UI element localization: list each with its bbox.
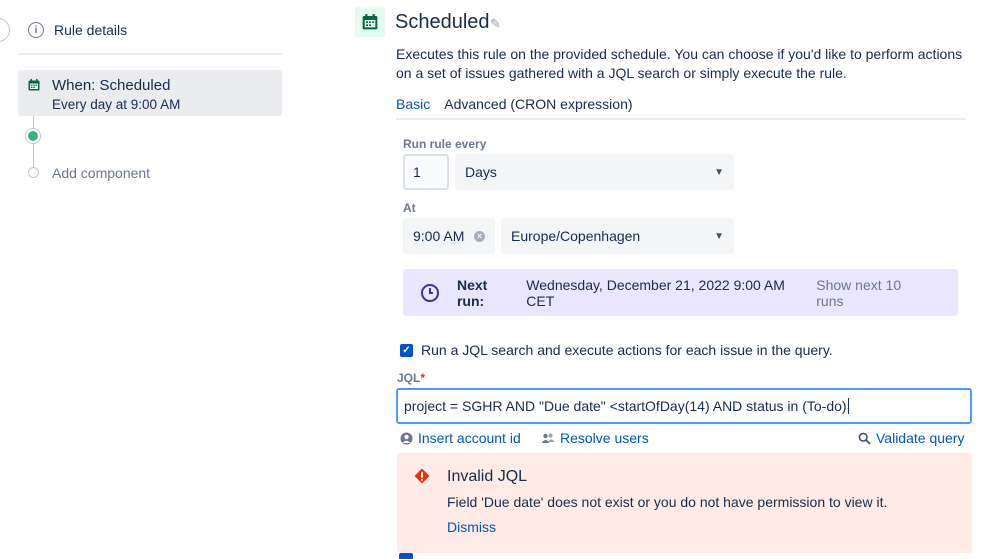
add-component-dot	[28, 167, 39, 178]
chevron-down-icon: ▼	[714, 166, 724, 178]
timezone-value: Europe/Copenhagen	[511, 228, 641, 244]
error-icon	[414, 468, 430, 484]
clock-icon	[421, 283, 439, 302]
run-every-label: Run rule every	[403, 137, 487, 151]
trigger-icon-tile	[355, 7, 385, 37]
next-run-value: Wednesday, December 21, 2022 9:00 AM CET	[526, 276, 785, 309]
chevron-down-icon: ▼	[714, 230, 724, 242]
tab-underline	[396, 118, 966, 120]
tab-basic[interactable]: Basic	[396, 96, 431, 120]
info-icon: i	[28, 22, 44, 38]
connector-line	[33, 116, 34, 130]
interval-unit-select[interactable]: Days ▼	[455, 154, 734, 190]
search-icon	[858, 432, 871, 445]
at-label: At	[403, 201, 416, 215]
jql-input[interactable]: project = SGHR AND "Due date" <startOfDa…	[396, 388, 972, 424]
interval-input[interactable]: 1	[403, 154, 449, 190]
clear-icon[interactable]: ×	[474, 230, 485, 242]
connector-line	[33, 143, 34, 167]
resolve-users-label: Resolve users	[560, 430, 649, 446]
person-circle-icon	[400, 432, 413, 444]
calendar-icon	[28, 79, 40, 91]
interval-value: 1	[413, 164, 421, 180]
rule-details-link[interactable]: i Rule details	[28, 22, 127, 38]
insert-account-label: Insert account id	[418, 430, 521, 446]
next-run-label: Next run:	[456, 276, 488, 309]
required-mark: *	[420, 371, 426, 385]
text-cursor	[847, 398, 849, 414]
add-component-button[interactable]: Add component	[52, 165, 150, 181]
collapse-circle[interactable]	[0, 18, 10, 42]
page-title: Scheduled	[395, 11, 490, 33]
rule-details-label: Rule details	[54, 22, 128, 38]
trigger-subtitle: Every day at 9:00 AM	[52, 97, 181, 112]
time-value: 9:00 AM	[413, 228, 465, 244]
trigger-title: When: Scheduled	[52, 77, 171, 94]
jql-toggle[interactable]: ✓ Run a JQL search and execute actions f…	[400, 342, 833, 358]
tab-advanced[interactable]: Advanced (CRON expression)	[444, 96, 632, 120]
dismiss-button[interactable]: Dismiss	[447, 519, 496, 535]
sidebar-divider	[18, 53, 282, 55]
add-action-dot[interactable]	[28, 131, 38, 141]
jql-field-label: JQL*	[397, 371, 425, 385]
validate-query-link[interactable]: Validate query	[858, 430, 964, 446]
interval-unit-value: Days	[465, 164, 497, 180]
time-picker[interactable]: 9:00 AM ×	[403, 218, 495, 254]
show-next-runs-button[interactable]: Show next 10 runs	[816, 277, 932, 309]
error-message: Field 'Due date' does not exist or you d…	[447, 494, 888, 510]
insert-account-link[interactable]: Insert account id	[400, 430, 521, 446]
resolve-users-link[interactable]: Resolve users	[541, 430, 649, 446]
edit-pencil-icon[interactable]: ✎	[490, 16, 501, 32]
trigger-description: Executes this rule on the provided sched…	[396, 46, 963, 81]
timezone-select[interactable]: Europe/Copenhagen ▼	[501, 218, 734, 254]
users-icon	[541, 433, 555, 443]
next-run-banner: Next run: Wednesday, December 21, 2022 9…	[403, 269, 958, 316]
tab-bar: Basic Advanced (CRON expression)	[396, 96, 633, 120]
jql-checkbox-label: Run a JQL search and execute actions for…	[421, 342, 833, 358]
jql-query-text: project = SGHR AND "Due date" <startOfDa…	[404, 398, 847, 414]
error-title: Invalid JQL	[447, 468, 528, 485]
jql-label-text: JQL	[397, 371, 421, 385]
checkbox-checked[interactable]: ✓	[400, 343, 413, 357]
validate-query-label: Validate query	[876, 430, 965, 446]
calendar-icon	[362, 14, 378, 30]
checkbox-partial[interactable]	[399, 553, 413, 559]
